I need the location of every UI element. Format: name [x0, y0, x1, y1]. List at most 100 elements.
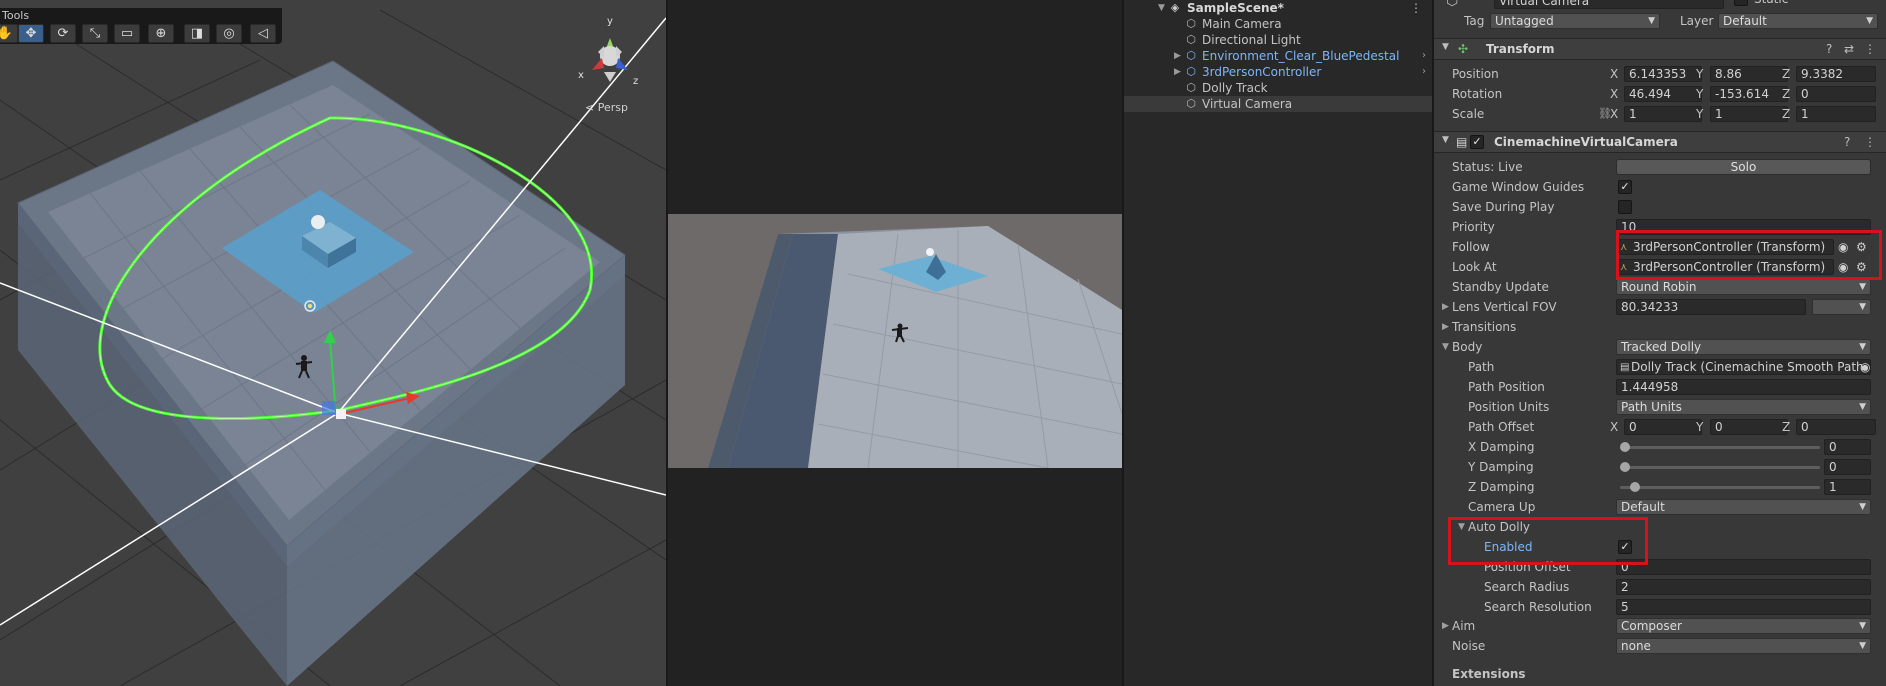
path-field[interactable]: ▤ Dolly Track (Cinemachine Smooth Path [1616, 359, 1871, 375]
chevron-right-icon[interactable]: › [1422, 64, 1426, 80]
expand-arrow-icon[interactable]: ▶ [1174, 64, 1181, 80]
scene-menu-icon[interactable]: ⋮ [1410, 0, 1422, 16]
expand-arrow-icon[interactable]: ▼ [1158, 0, 1165, 16]
hierarchy-item[interactable]: ⬡ Directional Light [1124, 32, 1432, 48]
component-menu-icon[interactable]: ⋮ [1864, 135, 1876, 149]
chevron-right-icon[interactable]: › [1422, 48, 1426, 64]
inspector-panel[interactable]: ⬡ Virtual Camera Static Tag Untagged ▼ La… [1434, 0, 1886, 686]
solo-button[interactable]: Solo [1616, 159, 1871, 175]
scale-x-field[interactable]: 1 [1624, 106, 1702, 122]
cinemachine-component-header[interactable]: ▼ ▤ ✓ CinemachineVirtualCamera ? ⋮ [1434, 131, 1886, 153]
z-damping-slider-track[interactable] [1620, 486, 1820, 489]
hierarchy-item[interactable]: ▶ ⬡ 3rdPersonController › [1124, 64, 1432, 80]
lens-preset-dropdown[interactable]: ▼ [1812, 299, 1871, 315]
custom-tool-3-button[interactable]: ◁ [250, 24, 276, 43]
chevron-down-icon: ▼ [1866, 16, 1873, 26]
hierarchy-item[interactable]: ▶ ⬡ Environment_Clear_BluePedestal › [1124, 48, 1432, 64]
hierarchy-item[interactable]: ⬡ Virtual Camera [1124, 96, 1432, 112]
hierarchy-panel[interactable]: ▼ ◈ SampleScene* ⋮ ⬡ Main Camera ⬡ Directio… [1124, 0, 1432, 686]
gizmo-z-label: z [633, 76, 639, 87]
foldout-arrow-icon[interactable]: ▼ [1442, 338, 1449, 356]
body-dropdown[interactable]: Tracked Dolly ▼ [1616, 339, 1871, 355]
rotation-z-field[interactable]: 0 [1796, 86, 1876, 102]
tools-overlay-title: Tools [2, 9, 30, 22]
path-position-field[interactable]: 1.444958 [1616, 379, 1871, 395]
position-z-field[interactable]: 9.3382 [1796, 66, 1876, 82]
layer-dropdown[interactable]: Default ▼ [1718, 13, 1878, 29]
position-units-dropdown[interactable]: Path Units ▼ [1616, 399, 1871, 415]
path-offset-y-field[interactable]: 0 [1710, 419, 1788, 435]
object-picker-icon[interactable]: ◉ [1838, 258, 1848, 276]
unity-scene-icon: ◈ [1170, 1, 1180, 14]
scale-z-field[interactable]: 1 [1796, 106, 1876, 122]
foldout-arrow-icon[interactable]: ▶ [1442, 617, 1449, 635]
y-damping-slider-handle[interactable] [1620, 462, 1630, 472]
transform-component-header[interactable]: ▼ ✣ Transform ? ⇄ ⋮ [1434, 38, 1886, 60]
hierarchy-scene-root[interactable]: ▼ ◈ SampleScene* ⋮ [1124, 0, 1432, 16]
foldout-arrow-icon[interactable]: ▼ [1442, 42, 1449, 52]
move-tool-button[interactable]: ✥ [18, 24, 44, 43]
path-offset-x-field[interactable]: 0 [1624, 419, 1702, 435]
static-checkbox[interactable] [1734, 0, 1748, 6]
rotate-tool-button[interactable]: ⟳ [50, 24, 76, 43]
help-icon[interactable]: ? [1826, 42, 1832, 56]
foldout-arrow-icon[interactable]: ▼ [1442, 135, 1449, 145]
gear-icon[interactable]: ⚙ [1856, 238, 1867, 256]
noise-dropdown[interactable]: none ▼ [1616, 638, 1871, 654]
expand-arrow-icon[interactable]: ▶ [1174, 48, 1181, 64]
aim-dropdown[interactable]: Composer ▼ [1616, 618, 1871, 634]
preset-icon[interactable]: ⇄ [1844, 42, 1854, 56]
hierarchy-item-label: Virtual Camera [1202, 97, 1293, 111]
z-damping-slider-handle[interactable] [1630, 482, 1640, 492]
camera-up-dropdown[interactable]: Default ▼ [1616, 499, 1871, 515]
scene-view[interactable]: y x z < Persp Tools ✋ ✥ ⟳ ⤡ ▭ ⊕ ◨ ◎ ◁ [0, 0, 666, 686]
rotation-y-field[interactable]: -153.614 [1710, 86, 1788, 102]
search-radius-field[interactable]: 2 [1616, 579, 1871, 595]
y-damping-slider-track[interactable] [1620, 466, 1820, 469]
scale-y-field[interactable]: 1 [1710, 106, 1788, 122]
y-damping-field[interactable]: 0 [1824, 459, 1871, 475]
x-damping-slider-track[interactable] [1620, 446, 1820, 449]
object-picker-icon[interactable]: ◉ [1838, 238, 1848, 256]
game-view[interactable] [668, 0, 1122, 686]
help-icon[interactable]: ? [1844, 135, 1850, 149]
z-damping-field[interactable]: 1 [1824, 479, 1871, 495]
path-offset-z-field[interactable]: 0 [1796, 419, 1876, 435]
priority-field[interactable]: 10 [1616, 219, 1871, 235]
auto-position-offset-field[interactable]: 0 [1616, 559, 1871, 575]
lens-fov-field[interactable]: 80.34233 [1616, 299, 1806, 315]
hand-tool-button[interactable]: ✋ [0, 24, 18, 43]
foldout-arrow-icon[interactable]: ▶ [1442, 318, 1449, 336]
look-at-field[interactable]: ⋏ 3rdPersonController (Transform) [1616, 259, 1834, 275]
scale-tool-button[interactable]: ⤡ [82, 24, 108, 43]
foldout-arrow-icon[interactable]: ▼ [1458, 518, 1465, 536]
scene-viewport[interactable] [0, 0, 666, 686]
script-icon: ▤ [1456, 135, 1468, 149]
hierarchy-item[interactable]: ⬡ Main Camera [1124, 16, 1432, 32]
projection-toggle[interactable]: < Persp [585, 101, 628, 114]
search-resolution-field[interactable]: 5 [1616, 599, 1871, 615]
x-damping-field[interactable]: 0 [1824, 439, 1871, 455]
hierarchy-item[interactable]: ⬡ Dolly Track [1124, 80, 1432, 96]
gear-icon[interactable]: ⚙ [1856, 258, 1867, 276]
x-damping-slider-handle[interactable] [1620, 442, 1630, 452]
component-menu-icon[interactable]: ⋮ [1864, 42, 1876, 56]
tag-dropdown[interactable]: Untagged ▼ [1490, 13, 1660, 29]
object-picker-icon[interactable]: ◉ [1860, 358, 1870, 376]
standby-update-dropdown[interactable]: Round Robin ▼ [1616, 279, 1871, 295]
object-name-field[interactable]: Virtual Camera [1494, 0, 1724, 9]
component-enabled-checkbox[interactable]: ✓ [1470, 135, 1484, 149]
rect-tool-button[interactable]: ▭ [114, 24, 140, 43]
position-x-field[interactable]: 6.143353 [1624, 66, 1702, 82]
custom-tool-2-button[interactable]: ◎ [216, 24, 242, 43]
transform-tool-button[interactable]: ⊕ [148, 24, 174, 43]
game-window-guides-row: Game Window Guides ✓ [1434, 178, 1886, 196]
game-window-guides-checkbox[interactable]: ✓ [1618, 180, 1632, 194]
rotation-x-field[interactable]: 46.494 [1624, 86, 1702, 102]
follow-field[interactable]: ⋏ 3rdPersonController (Transform) [1616, 239, 1834, 255]
custom-tool-1-button[interactable]: ◨ [184, 24, 210, 43]
save-during-play-checkbox[interactable] [1618, 200, 1632, 214]
foldout-arrow-icon[interactable]: ▶ [1442, 298, 1449, 316]
auto-dolly-enabled-checkbox[interactable]: ✓ [1618, 540, 1632, 554]
position-y-field[interactable]: 8.86 [1710, 66, 1788, 82]
